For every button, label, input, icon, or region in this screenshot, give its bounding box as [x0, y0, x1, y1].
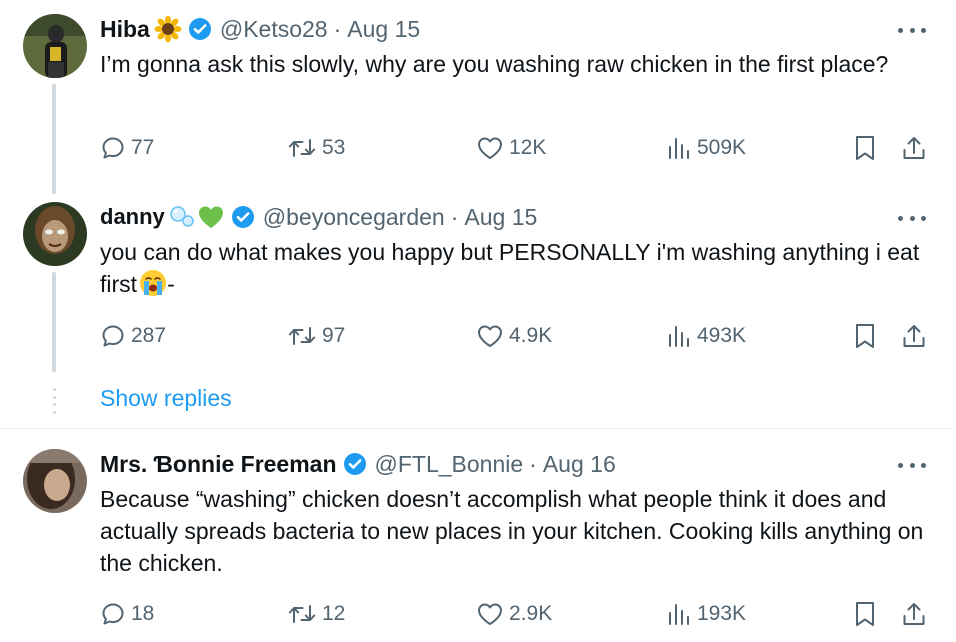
share-button[interactable] [901, 599, 927, 629]
show-replies-link[interactable]: Show replies [100, 385, 232, 412]
heart-icon [478, 325, 502, 347]
retweet-button[interactable]: 97 [287, 321, 345, 351]
tweet-header: Hiba @Ketso28 · Aug 15 [100, 14, 420, 44]
like-count: 4.9K [509, 324, 553, 347]
retweet-icon [288, 605, 316, 623]
reply-button[interactable]: 287 [100, 321, 166, 351]
date-separator: · [529, 450, 537, 477]
like-count: 2.9K [509, 602, 553, 625]
tweet-actions: 18 12 2.9K 193K [0, 599, 956, 629]
tweet-header: Mrs. Ɓonnie Freeman @FTL_Bonnie · Aug 16 [100, 449, 616, 479]
tweet-date[interactable]: Aug 15 [347, 16, 420, 43]
retweet-count: 12 [322, 602, 346, 625]
more-options-icon[interactable] [898, 208, 926, 228]
more-options-icon[interactable] [898, 455, 926, 475]
date-separator: · [450, 203, 459, 230]
views-button[interactable]: 493K [666, 321, 746, 351]
reply-count: 18 [131, 602, 155, 625]
date-separator: · [333, 15, 342, 42]
share-icon [903, 137, 925, 159]
analytics-icon [669, 604, 689, 625]
author-handle[interactable]: @FTL_Bonnie [375, 451, 524, 478]
tweet-actions: 77 53 12K 509K [0, 133, 956, 163]
reply-count: 77 [131, 136, 155, 159]
views-count: 493K [697, 324, 747, 347]
views-button[interactable]: 509K [666, 133, 746, 163]
share-button[interactable] [901, 321, 927, 351]
tweet-text: you can do what makes you happy but PERS… [100, 236, 935, 305]
reply-icon [102, 137, 124, 159]
tweet-text: Because “washing” chicken doesn’t accomp… [100, 486, 924, 576]
retweet-button[interactable]: 53 [287, 133, 345, 163]
bookmark-button[interactable] [853, 321, 877, 351]
share-icon [903, 325, 925, 347]
views-count: 509K [697, 136, 747, 159]
tweet-date[interactable]: Aug 15 [464, 204, 537, 231]
like-count: 12K [509, 136, 547, 159]
verified-badge-icon [231, 205, 255, 229]
views-count: 193K [697, 602, 747, 625]
tweet[interactable]: Mrs. Ɓonnie Freeman @FTL_Bonnie · Aug 16… [0, 429, 956, 642]
bubbles-icon [169, 204, 195, 230]
author-handle[interactable]: @beyoncegarden [263, 204, 445, 231]
sunflower-icon [154, 15, 182, 43]
reply-icon [102, 325, 124, 347]
verified-badge-icon [343, 452, 367, 476]
tweet-text: I’m gonna ask this slowly, why are you w… [100, 51, 889, 77]
reply-count: 287 [131, 324, 167, 347]
reply-button[interactable]: 77 [100, 133, 154, 163]
analytics-icon [669, 326, 689, 347]
verified-badge-icon [188, 17, 212, 41]
tweet-date[interactable]: Aug 16 [543, 451, 616, 478]
bookmark-button[interactable] [853, 599, 877, 629]
like-button[interactable]: 2.9K [476, 599, 552, 629]
reply-icon [102, 603, 124, 625]
share-button[interactable] [901, 133, 927, 163]
bookmark-button[interactable] [853, 133, 877, 163]
tweet-header: danny @beyoncegarden · Aug 15 [100, 202, 537, 232]
avatar[interactable] [23, 14, 87, 78]
like-button[interactable]: 12K [476, 133, 546, 163]
author-name[interactable]: Hiba [100, 16, 150, 43]
tweet-text-suffix: - [167, 271, 175, 297]
retweet-icon [288, 139, 316, 157]
tweet-actions: 287 97 4.9K 493K [0, 321, 956, 351]
share-icon [903, 603, 925, 625]
avatar[interactable] [23, 202, 87, 266]
tweet-text-main: you can do what makes you happy but PERS… [100, 239, 920, 297]
retweet-count: 53 [322, 136, 346, 159]
analytics-icon [669, 138, 689, 159]
thread-gap-dots [52, 388, 56, 414]
bookmark-icon [856, 602, 874, 626]
avatar[interactable] [23, 449, 87, 513]
retweet-icon [288, 327, 316, 345]
reply-button[interactable]: 18 [100, 599, 154, 629]
bookmark-icon [856, 136, 874, 160]
heart-icon [478, 137, 502, 159]
tweet[interactable]: Hiba @Ketso28 · Aug 15 I’m gonna ask thi… [0, 0, 956, 194]
views-button[interactable]: 193K [666, 599, 746, 629]
heart-icon [478, 603, 502, 625]
bookmark-icon [856, 324, 874, 348]
retweet-button[interactable]: 12 [287, 599, 345, 629]
like-button[interactable]: 4.9K [476, 321, 552, 351]
author-handle[interactable]: @Ketso28 [220, 16, 328, 43]
author-name[interactable]: Mrs. Ɓonnie Freeman [100, 451, 337, 478]
retweet-count: 97 [322, 324, 346, 347]
more-options-icon[interactable] [898, 20, 926, 40]
author-name[interactable]: danny [100, 204, 165, 230]
green-heart-icon [197, 204, 225, 230]
crying-face-icon [139, 269, 167, 305]
